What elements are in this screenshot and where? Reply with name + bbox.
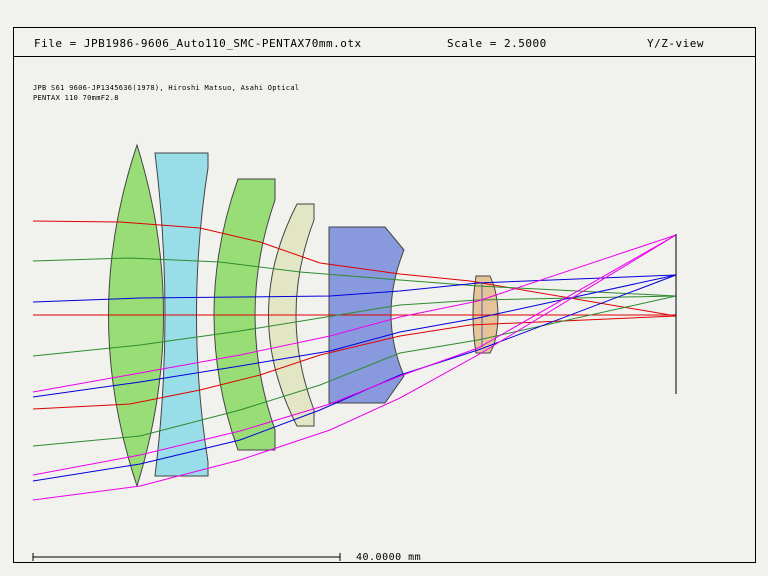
lens-diagram bbox=[32, 143, 677, 561]
drawing-frame: File = JPB1986-9606_Auto110_SMC-PENTAX70… bbox=[0, 0, 768, 576]
scale-bar-label: 40.0000 mm bbox=[356, 552, 422, 563]
